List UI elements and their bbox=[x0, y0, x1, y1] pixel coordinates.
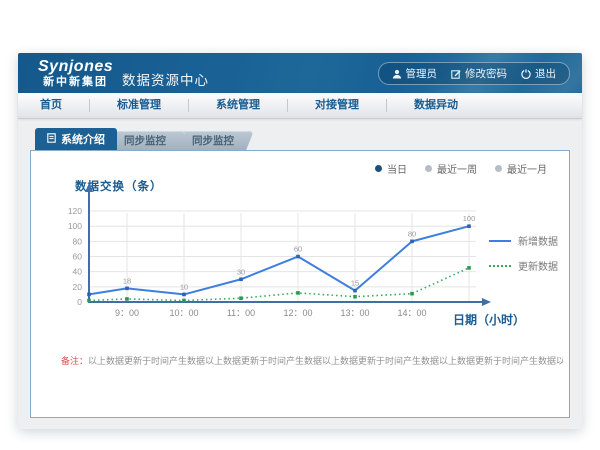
content-area: 系统介绍 同步监控 同步监控 当日 最近一周 bbox=[18, 119, 582, 429]
svg-text:60: 60 bbox=[73, 252, 83, 262]
chart-legend: 新增数据 更新数据 bbox=[489, 233, 558, 283]
svg-text:10：00: 10：00 bbox=[169, 308, 198, 318]
chart-panel: 当日 最近一周 最近一月 数据交换（条） 0204060801001209：00… bbox=[30, 150, 570, 418]
app-header: Synjones 新中新集团 数据资源中心 管理员 修改密码 退出 bbox=[18, 53, 582, 93]
logout-button[interactable]: 退出 bbox=[521, 66, 556, 81]
user-menu-button[interactable]: 管理员 bbox=[392, 66, 438, 81]
dotted-line-icon bbox=[489, 265, 511, 267]
svg-text:10: 10 bbox=[180, 282, 188, 291]
svg-text:120: 120 bbox=[68, 206, 82, 216]
svg-text:80: 80 bbox=[73, 236, 83, 246]
svg-text:20: 20 bbox=[73, 282, 83, 292]
svg-text:100: 100 bbox=[68, 221, 82, 231]
svg-text:100: 100 bbox=[463, 214, 476, 223]
svg-text:13：00: 13：00 bbox=[340, 308, 369, 318]
footnote: 备注：以上数据更新于时间产生数据以上数据更新于时间产生数据以上数据更新于时间产生… bbox=[61, 354, 563, 367]
radio-today[interactable]: 当日 bbox=[375, 161, 407, 176]
radio-last-week[interactable]: 最近一周 bbox=[425, 161, 477, 176]
document-icon bbox=[47, 133, 56, 146]
x-axis-title: 日期（小时） bbox=[453, 311, 525, 328]
svg-text:11：00: 11：00 bbox=[227, 308, 255, 318]
app-window: Synjones 新中新集团 数据资源中心 管理员 修改密码 退出 bbox=[18, 53, 582, 429]
nav-item-home[interactable]: 首页 bbox=[18, 99, 90, 112]
svg-text:80: 80 bbox=[408, 229, 416, 238]
svg-text:0: 0 bbox=[77, 297, 82, 307]
time-range-filter: 当日 最近一周 最近一月 bbox=[375, 161, 547, 176]
radio-dot-icon bbox=[425, 165, 432, 172]
power-icon bbox=[521, 69, 531, 79]
logo-text-cn: 新中新集团 bbox=[38, 76, 113, 88]
radio-last-month[interactable]: 最近一月 bbox=[495, 161, 547, 176]
tab-system-intro[interactable]: 系统介绍 bbox=[35, 128, 117, 150]
svg-text:12：00: 12：00 bbox=[283, 308, 312, 318]
edit-icon bbox=[451, 69, 461, 79]
svg-text:40: 40 bbox=[73, 267, 83, 277]
radio-dot-icon bbox=[375, 165, 382, 172]
change-password-button[interactable]: 修改密码 bbox=[451, 66, 507, 81]
main-nav: 首页 标准管理 系统管理 对接管理 数据异动 bbox=[18, 93, 582, 119]
nav-item-standard-mgmt[interactable]: 标准管理 bbox=[90, 99, 189, 112]
footnote-text: 以上数据更新于时间产生数据以上数据更新于时间产生数据以上数据更新于时间产生数据以… bbox=[88, 356, 563, 366]
legend-item-new-data: 新增数据 bbox=[489, 233, 558, 248]
legend-item-update-data: 更新数据 bbox=[489, 258, 558, 273]
user-toolbar: 管理员 修改密码 退出 bbox=[378, 62, 571, 85]
logo-text-en: Synjones bbox=[38, 58, 113, 76]
page-title: 数据资源中心 bbox=[122, 69, 209, 89]
svg-text:60: 60 bbox=[294, 245, 302, 254]
svg-text:15: 15 bbox=[351, 279, 359, 288]
tab-bar: 系统介绍 同步监控 同步监控 bbox=[35, 128, 250, 150]
svg-text:9：00: 9：00 bbox=[115, 308, 139, 318]
company-logo: Synjones 新中新集团 bbox=[38, 58, 113, 88]
svg-text:30: 30 bbox=[237, 267, 245, 276]
svg-text:18: 18 bbox=[123, 276, 131, 285]
nav-item-data-change[interactable]: 数据异动 bbox=[387, 99, 485, 112]
nav-item-system-mgmt[interactable]: 系统管理 bbox=[189, 99, 288, 112]
nav-item-interface-mgmt[interactable]: 对接管理 bbox=[288, 99, 387, 112]
solid-line-icon bbox=[489, 240, 511, 242]
radio-dot-icon bbox=[495, 165, 502, 172]
footnote-label: 备注： bbox=[61, 356, 88, 366]
person-icon bbox=[392, 69, 402, 79]
svg-text:14：00: 14：00 bbox=[397, 308, 426, 318]
